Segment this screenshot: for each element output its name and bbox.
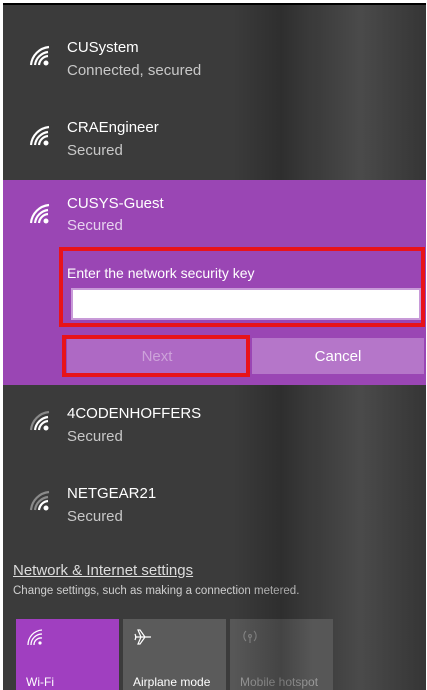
- tile-label: Mobile hotspot: [240, 675, 319, 689]
- network-item-netgear21[interactable]: NETGEAR21 Secured: [3, 475, 426, 541]
- wifi-signal-icon: [29, 125, 50, 146]
- network-item-4codenhoffers[interactable]: 4CODENHOFFERS Secured: [3, 395, 426, 461]
- mobile-hotspot-tile[interactable]: Mobile hotspot: [230, 619, 333, 690]
- wifi-icon: [27, 629, 43, 646]
- wifi-signal-icon: [29, 490, 50, 511]
- security-key-label: Enter the network security key: [67, 265, 255, 281]
- next-button-highlight: [62, 335, 250, 377]
- airplane-icon: [134, 629, 151, 645]
- network-status: Secured: [67, 142, 123, 159]
- network-item-cusystem[interactable]: CUSystem Connected, secured: [3, 30, 426, 96]
- network-item-craengineer[interactable]: CRAEngineer Secured: [3, 108, 426, 174]
- screenshot-frame: CUSystem Connected, secured CRAEngineer …: [0, 0, 427, 690]
- network-item-cusys-guest-expanded[interactable]: CUSYS-Guest Secured Enter the network se…: [3, 180, 426, 385]
- wifi-toggle-tile[interactable]: Wi-Fi: [16, 619, 119, 690]
- network-flyout: CUSystem Connected, secured CRAEngineer …: [3, 3, 426, 690]
- network-name: CRAEngineer: [67, 119, 159, 136]
- wifi-signal-icon: [29, 45, 53, 66]
- network-status: Secured: [67, 508, 123, 525]
- tile-label: Wi-Fi: [26, 675, 54, 689]
- settings-description: Change settings, such as making a connec…: [13, 585, 300, 597]
- wifi-signal-icon: [29, 203, 50, 224]
- tile-label: Airplane mode: [133, 675, 211, 689]
- network-name: CUSystem: [67, 39, 139, 56]
- network-name: NETGEAR21: [67, 485, 157, 502]
- hotspot-icon: [243, 630, 257, 643]
- network-name: CUSYS-Guest: [67, 195, 164, 212]
- network-status: Secured: [67, 217, 123, 234]
- security-key-input[interactable]: [71, 288, 421, 320]
- network-status: Secured: [67, 428, 123, 445]
- airplane-mode-tile[interactable]: Airplane mode: [123, 619, 226, 690]
- network-name: 4CODENHOFFERS: [67, 405, 202, 422]
- cancel-button[interactable]: Cancel: [252, 338, 424, 374]
- network-status: Connected, secured: [67, 62, 202, 79]
- network-internet-settings-link[interactable]: Network & Internet settings: [13, 562, 193, 579]
- wifi-signal-icon: [29, 410, 50, 431]
